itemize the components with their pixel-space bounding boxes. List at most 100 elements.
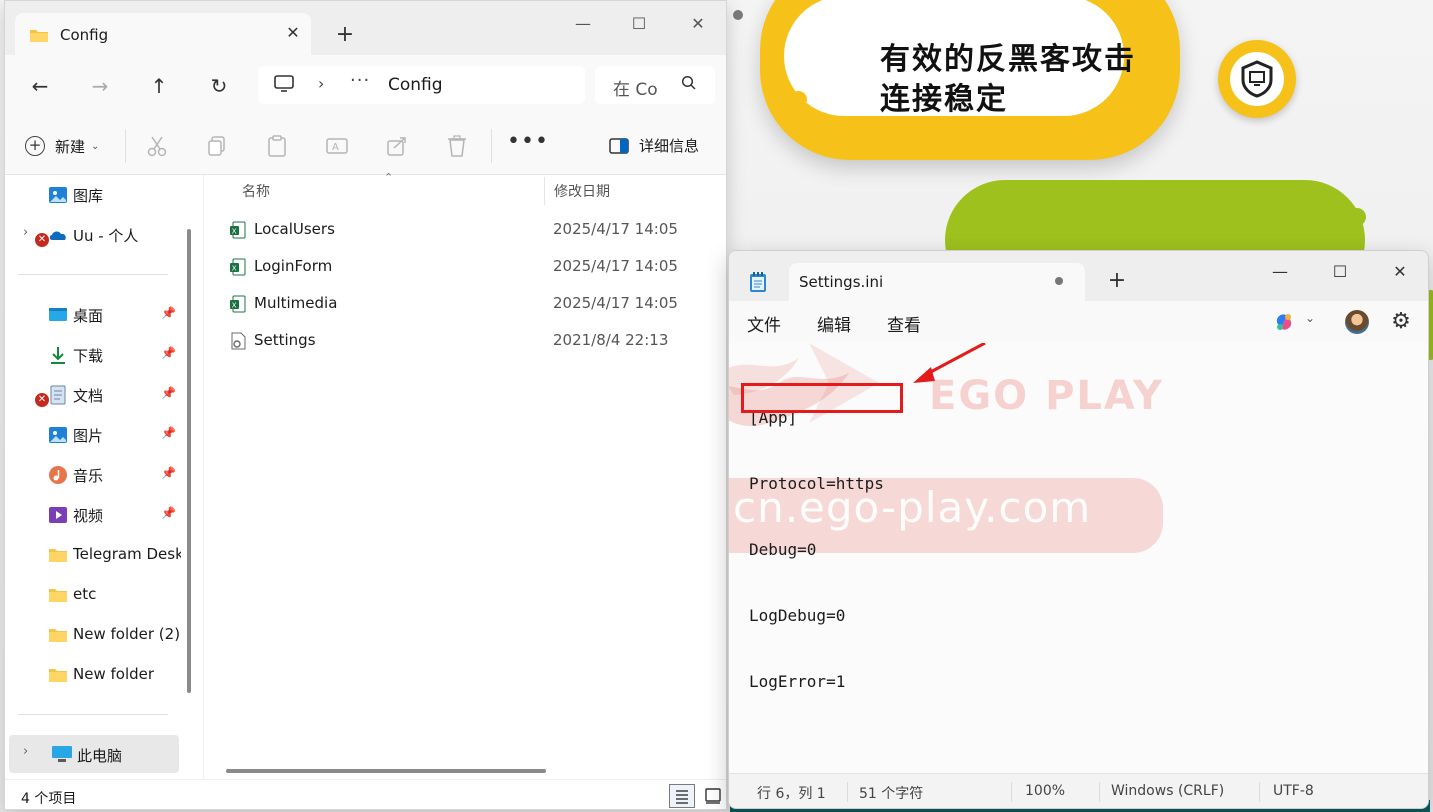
svg-text:X: X [232,265,237,273]
pin-icon[interactable]: 📌 [161,426,176,440]
column-name[interactable]: 名称 [242,181,270,201]
encoding[interactable]: UTF-8 [1273,783,1314,799]
sidebar-item-documents[interactable]: ✕ 文档 📌 [5,377,201,413]
delete-icon[interactable] [444,133,470,159]
close-tab-icon[interactable]: ✕ [281,21,305,45]
sidebar-item-label: Uu - 个人 [73,227,139,245]
sidebar-item-this-pc[interactable]: › 此电脑 [9,735,179,773]
pin-icon[interactable]: 📌 [161,346,176,360]
menu-edit[interactable]: 编辑 [817,311,851,336]
pin-icon[interactable]: 📌 [161,506,176,520]
more-options-button[interactable]: ••• [507,129,549,154]
decor-dot [733,10,743,20]
onedrive-icon [49,231,66,240]
file-row-loginform[interactable]: X LoginForm 2025/4/17 14:05 [222,250,722,284]
sidebar-item-new-folder-2[interactable]: New folder (2) [5,617,201,653]
cut-icon[interactable] [144,133,170,159]
explorer-tab[interactable]: Config ✕ [15,13,311,55]
sidebar-scrollbar[interactable] [187,229,191,693]
pin-icon[interactable]: 📌 [161,306,176,320]
sidebar-item-etc[interactable]: etc [5,577,201,613]
text-editor[interactable]: EGO PLAY cn.ego-play.com [App] Protocol=… [729,343,1428,773]
file-date: 2025/4/17 14:05 [553,257,678,275]
feature-line-2: 连接稳定 [880,82,1008,117]
notepad-tab[interactable]: Settings.ini [789,263,1085,301]
file-name: LocalUsers [254,220,335,238]
sidebar-item-label: 此电脑 [77,747,123,765]
details-pane-button[interactable]: 详细信息 [609,135,699,156]
unsaved-indicator[interactable] [1055,277,1063,285]
breadcrumb-overflow[interactable]: ··· [350,70,370,91]
chevron-right-icon[interactable]: › [23,744,28,759]
excel-file-icon: X [230,295,246,313]
column-divider[interactable] [544,177,545,205]
list-view-icon [676,790,688,804]
maximize-button[interactable]: ☐ [1317,257,1363,287]
tiles-view-button[interactable] [701,784,725,808]
sidebar-item-downloads[interactable]: 下载 📌 [5,337,201,373]
chevron-down-icon[interactable]: ⌄ [1305,311,1315,325]
folder-icon [49,629,67,642]
menu-file[interactable]: 文件 [747,311,781,336]
sidebar-item-telegram[interactable]: Telegram Desktop [5,537,201,573]
sidebar-item-onedrive[interactable]: › ✕ Uu - 个人 [5,217,201,253]
sidebar-item-desktop[interactable]: 桌面 📌 [5,297,201,333]
computer-icon [52,746,72,762]
maximize-button[interactable]: ☐ [616,9,662,39]
new-tab-button[interactable]: + [331,21,359,49]
avatar[interactable] [1345,310,1369,334]
details-view-button[interactable] [669,784,695,808]
notepad-menubar: 文件 编辑 查看 ⌄ ⚙ [729,301,1428,343]
minimize-button[interactable]: — [1257,257,1303,287]
refresh-button[interactable]: ↻ [202,69,236,103]
menu-view[interactable]: 查看 [887,311,921,336]
gear-icon[interactable]: ⚙ [1389,310,1413,334]
sidebar-item-videos[interactable]: 视频 📌 [5,497,201,533]
address-bar[interactable]: › ··· Config [258,66,585,104]
excel-file-icon: X [230,258,246,276]
editor-line: LogError=1 [749,672,846,691]
pin-icon[interactable]: 📌 [161,386,176,400]
status-divider [1011,782,1012,802]
minimize-button[interactable]: — [560,9,606,39]
rename-icon[interactable]: A [324,133,350,159]
line-ending[interactable]: Windows (CRLF) [1111,783,1224,799]
sidebar-item-label: New folder (2) [73,625,181,643]
sidebar-item-new-folder[interactable]: New folder [5,657,201,693]
editor-line: Protocol=https [749,474,884,493]
horizontal-scrollbar[interactable] [226,769,546,773]
notepad-window: Settings.ini + — ☐ ✕ 文件 编辑 查看 ⌄ ⚙ EGO PL… [728,250,1429,809]
notepad-titlebar: Settings.ini + — ☐ ✕ [729,251,1428,301]
breadcrumb-config[interactable]: Config [388,75,443,95]
chevron-right-icon[interactable]: › [23,225,28,240]
sync-error-icon: ✕ [35,393,49,407]
copilot-icon[interactable] [1273,311,1295,333]
copy-icon[interactable] [204,133,230,159]
videos-icon [49,507,67,523]
new-tab-button[interactable]: + [1103,267,1131,295]
up-button[interactable]: ↑ [142,69,176,103]
column-modified[interactable]: 修改日期 [554,181,610,201]
new-button[interactable]: + 新建 ⌄ [25,131,99,161]
forward-button[interactable]: → [83,69,117,103]
download-icon [51,347,65,364]
paste-icon[interactable] [264,133,290,159]
file-row-multimedia[interactable]: X Multimedia 2025/4/17 14:05 [222,287,722,321]
sidebar-item-pictures[interactable]: 图片 📌 [5,417,201,453]
file-row-localusers[interactable]: X LocalUsers 2025/4/17 14:05 [222,213,722,247]
search-box[interactable]: 在 Co [595,66,715,104]
sidebar-item-gallery[interactable]: 图库 [5,177,201,213]
share-icon[interactable] [384,133,410,159]
character-count: 51 个字符 [859,786,924,802]
back-button[interactable]: ← [23,69,57,103]
zoom-level[interactable]: 100% [1025,783,1065,799]
excel-file-icon: X [230,221,246,239]
file-name: LoginForm [254,257,333,275]
pin-icon[interactable]: 📌 [161,466,176,480]
notepad-statusbar: 行 6，列 1 51 个字符 100% Windows (CRLF) UTF-8 [729,773,1428,808]
sidebar-item-music[interactable]: 音乐 📌 [5,457,201,493]
close-window-button[interactable]: ✕ [1377,257,1423,287]
editor-content[interactable]: [App] Protocol=https Debug=0 LogDebug=0 … [749,363,884,737]
file-row-settings[interactable]: Settings 2021/8/4 22:13 [222,324,722,358]
close-window-button[interactable]: ✕ [675,9,721,39]
